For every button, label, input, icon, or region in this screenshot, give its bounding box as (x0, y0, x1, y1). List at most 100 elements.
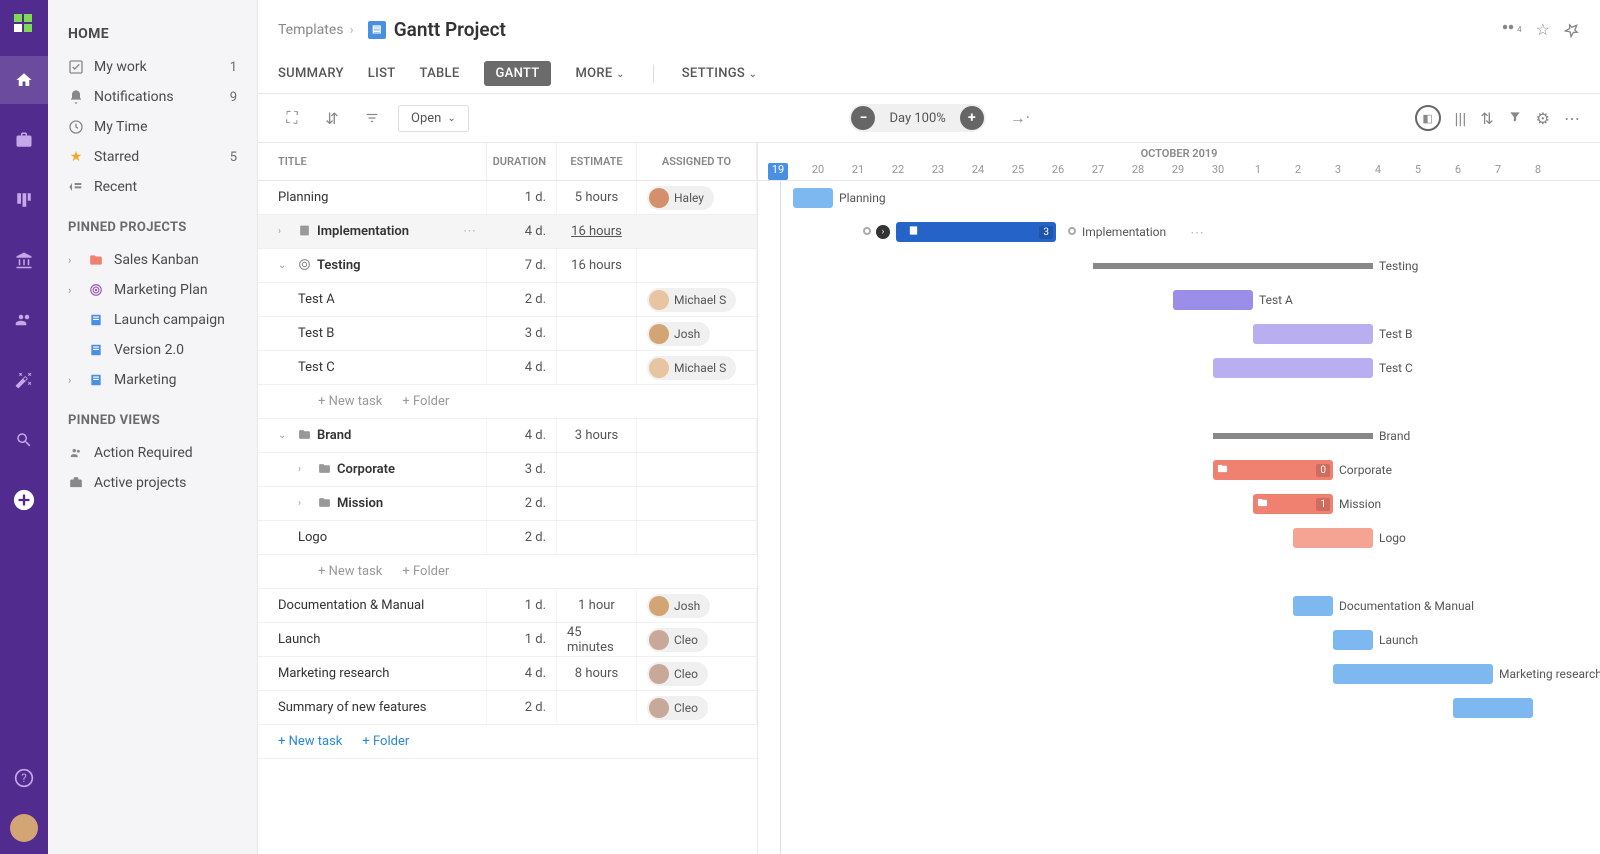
gantt-bar[interactable]: Planning (793, 188, 833, 208)
task-row[interactable]: Test A2 d.Michael S (258, 283, 757, 317)
nav-briefcase[interactable] (0, 116, 48, 164)
columns-icon[interactable]: ||| (1455, 109, 1467, 128)
tab-settings[interactable]: SETTINGS ⌄ (682, 66, 758, 81)
gantt-bar[interactable]: Brand (1213, 433, 1373, 439)
new-folder-button[interactable]: + Folder (402, 394, 449, 409)
gantt-bar[interactable]: Test C (1213, 358, 1373, 378)
chevron-right-icon[interactable]: › (68, 374, 78, 387)
timeline-day[interactable]: 4 (1358, 163, 1398, 180)
task-row[interactable]: Marketing research4 d.8 hoursCleo (258, 657, 757, 691)
members-icon[interactable]: 4 (1499, 21, 1522, 39)
timeline-day[interactable]: 6 (1438, 163, 1478, 180)
sort-icon[interactable]: ⇅ (1480, 109, 1493, 128)
sidebar-item-my-work[interactable]: My work1 (48, 52, 257, 82)
sidebar-view-active-projects[interactable]: Active projects (48, 468, 257, 498)
timeline-day[interactable]: 7 (1478, 163, 1518, 180)
sidebar-project-marketing[interactable]: ›Marketing (48, 365, 257, 395)
panel-toggle-icon[interactable]: ◧ (1415, 105, 1441, 131)
task-row[interactable]: ⌄Testing7 d.16 hours (258, 249, 757, 283)
nav-help[interactable]: ? (0, 754, 48, 802)
nav-institution[interactable] (0, 236, 48, 284)
zoom-out-button[interactable]: − (851, 106, 875, 130)
nav-search[interactable] (0, 416, 48, 464)
task-row[interactable]: Logo2 d. (258, 521, 757, 555)
task-row[interactable]: ›Mission2 d. (258, 487, 757, 521)
nav-wand[interactable] (0, 356, 48, 404)
sidebar-item-my-time[interactable]: My Time (48, 112, 257, 142)
task-row[interactable]: Planning1 d.5 hoursHaley (258, 181, 757, 215)
assignee-chip[interactable]: Haley (647, 186, 714, 210)
sidebar-project-marketing-plan[interactable]: ›Marketing Plan (48, 275, 257, 305)
task-row[interactable]: ⌄Brand4 d.3 hours (258, 419, 757, 453)
settings-icon[interactable]: ⚙ (1536, 109, 1550, 128)
gantt-bar[interactable]: Documentation & Manual (1293, 596, 1333, 616)
expand-icon[interactable]: ⌄ (278, 260, 292, 271)
expand-icon[interactable]: › (298, 498, 312, 509)
gantt-bar[interactable]: Logo (1293, 528, 1373, 548)
more-icon[interactable]: ⋯ (1190, 225, 1204, 241)
timeline-day[interactable]: 26 (1038, 163, 1078, 180)
assignee-chip[interactable]: Cleo (647, 628, 708, 652)
more-icon[interactable]: ⋯ (463, 224, 476, 239)
filter-icon[interactable] (1508, 109, 1522, 128)
breadcrumb[interactable]: Templates› (278, 22, 360, 38)
filter-rows-icon[interactable] (358, 104, 386, 132)
sidebar-item-notifications[interactable]: Notifications9 (48, 82, 257, 112)
gantt-timeline[interactable]: OCTOBER 2019 192021222324252627282930123… (758, 143, 1600, 854)
assignee-chip[interactable]: Michael S (647, 356, 736, 380)
open-dropdown[interactable]: Open ⌄ (398, 105, 469, 132)
nav-board[interactable] (0, 176, 48, 224)
timeline-day[interactable]: 20 (798, 163, 838, 180)
new-folder-button[interactable]: + Folder (402, 564, 449, 579)
timeline-day[interactable]: 21 (838, 163, 878, 180)
task-row[interactable]: Documentation & Manual1 d.1 hourJosh (258, 589, 757, 623)
sidebar-item-starred[interactable]: ★Starred5 (48, 142, 257, 172)
sidebar-view-action-required[interactable]: Action Required (48, 438, 257, 468)
timeline-day[interactable]: 2 (1278, 163, 1318, 180)
new-folder-button[interactable]: + Folder (362, 734, 409, 749)
assignee-chip[interactable]: Josh (647, 594, 710, 618)
tab-more[interactable]: MORE ⌄ (575, 66, 624, 81)
expand-icon[interactable]: › (278, 226, 292, 237)
assignee-chip[interactable]: Cleo (647, 662, 708, 686)
gantt-bar[interactable]: Launch (1333, 630, 1373, 650)
timeline-day[interactable]: 3 (1318, 163, 1358, 180)
zoom-in-button[interactable]: + (960, 106, 984, 130)
gantt-bar[interactable]: 0Corporate (1213, 460, 1333, 480)
task-row[interactable]: Test B3 d.Josh (258, 317, 757, 351)
task-row[interactable]: Launch1 d.45 minutesCleo (258, 623, 757, 657)
timeline-day[interactable]: 1 (1238, 163, 1278, 180)
task-row[interactable]: ›Implementation⋯4 d.16 hours (258, 215, 757, 249)
assignee-chip[interactable]: Michael S (647, 288, 736, 312)
nav-users[interactable] (0, 296, 48, 344)
task-row[interactable]: Test C4 d.Michael S (258, 351, 757, 385)
timeline-day[interactable]: 24 (958, 163, 998, 180)
sidebar-project-sales-kanban[interactable]: ›Sales Kanban (48, 245, 257, 275)
task-row[interactable]: ›Corporate3 d. (258, 453, 757, 487)
timeline-day[interactable]: 8 (1518, 163, 1558, 180)
gantt-bar[interactable]: Test B (1253, 324, 1373, 344)
timeline-day[interactable]: 27 (1078, 163, 1118, 180)
tab-table[interactable]: TABLE (419, 66, 459, 81)
timeline-day[interactable]: 22 (878, 163, 918, 180)
tab-summary[interactable]: SUMMARY (278, 66, 344, 81)
user-avatar[interactable] (10, 814, 38, 842)
timeline-day[interactable]: 19 (768, 163, 788, 180)
expand-icon[interactable]: › (298, 464, 312, 475)
tab-gantt[interactable]: GANTT (484, 61, 552, 86)
timeline-day[interactable]: 30 (1198, 163, 1238, 180)
chevron-right-icon[interactable]: › (68, 254, 78, 267)
app-logo[interactable] (12, 12, 36, 36)
gantt-bar[interactable]: Test A (1173, 290, 1253, 310)
sidebar-item-recent[interactable]: Recent (48, 172, 257, 202)
gantt-bar[interactable]: 1Mission (1253, 494, 1333, 514)
star-icon[interactable]: ☆ (1536, 20, 1550, 39)
timeline-day[interactable]: 25 (998, 163, 1038, 180)
expand-icon[interactable]: ⌄ (278, 430, 292, 441)
gantt-bar[interactable]: 3Implementation (896, 222, 1056, 242)
chevron-right-icon[interactable]: › (68, 284, 78, 297)
assignee-chip[interactable]: Cleo (647, 696, 708, 720)
nav-home[interactable] (0, 56, 48, 104)
gantt-bar[interactable]: Testing (1093, 263, 1373, 269)
timeline-day[interactable]: 28 (1118, 163, 1158, 180)
